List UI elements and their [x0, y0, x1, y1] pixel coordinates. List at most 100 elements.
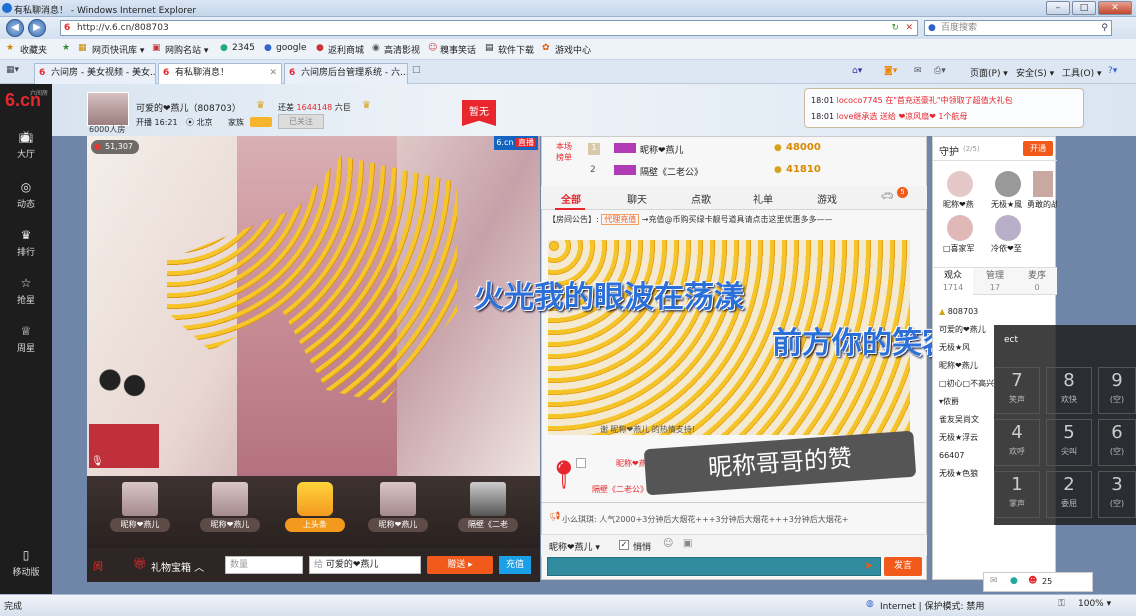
close-tab-icon[interactable]: ✕: [269, 64, 277, 83]
sidebar-item-star[interactable]: ☆ 抢星: [0, 276, 52, 306]
chat-target-select[interactable]: 昵称❤燕儿 ▾: [549, 540, 600, 553]
online-icon[interactable]: ●: [1010, 576, 1018, 586]
search-input[interactable]: ● 百度搜索 ⚲: [924, 20, 1112, 36]
emoji-icon[interactable]: ☺: [663, 538, 673, 549]
back-button[interactable]: ◀: [6, 19, 24, 37]
tools-menu[interactable]: 工具(O) ▾: [1062, 66, 1102, 79]
sidebar-item-rank[interactable]: ♛ 排行: [0, 228, 52, 258]
gift-recipient-select[interactable]: 给 可爱的❤燕儿: [309, 556, 421, 574]
fav-jokes-icon: ☺: [428, 43, 438, 53]
new-tab-button[interactable]: □: [412, 65, 421, 75]
quick-tabs-icon[interactable]: ▦▾: [6, 65, 19, 75]
guard-avatar[interactable]: [947, 215, 973, 241]
close-window-button[interactable]: ✕: [1098, 1, 1132, 15]
rank-name[interactable]: 隔壁《二老公》: [640, 165, 703, 178]
favorites-button[interactable]: 收藏夹: [20, 43, 47, 56]
keypad-key[interactable]: 8 欢快: [1046, 367, 1092, 414]
user-icon[interactable]: ☻: [1028, 576, 1037, 586]
guard-avatar[interactable]: [995, 215, 1021, 241]
image-icon[interactable]: ▣: [683, 538, 692, 549]
tab-6cn-home[interactable]: 6 六间房 - 美女视频 - 美女...: [34, 63, 156, 84]
keypad-key[interactable]: 6 (空): [1098, 419, 1136, 466]
microphone-icon[interactable]: 🎙︎: [91, 456, 104, 467]
keypad-key[interactable]: 3 (空): [1098, 471, 1136, 518]
gift-item[interactable]: 昵称❤燕儿: [365, 482, 431, 542]
page-menu[interactable]: 页面(P) ▾: [970, 66, 1008, 79]
gift-item[interactable]: 昵称❤燕儿: [107, 482, 173, 542]
guard-avatar[interactable]: [995, 171, 1021, 197]
search-icon[interactable]: ⚲: [1101, 21, 1108, 35]
print-icon[interactable]: ⎙▾: [934, 66, 946, 76]
tab-managers[interactable]: 管理 17: [975, 268, 1015, 294]
tab-chat[interactable]: 聊天: [627, 191, 647, 206]
tab-games[interactable]: 游戏: [817, 191, 837, 206]
stop-icon[interactable]: ✕: [905, 21, 913, 35]
chat-input[interactable]: [547, 557, 881, 576]
security-zone[interactable]: Internet | 保护模式: 禁用: [880, 599, 984, 612]
keypad-key[interactable]: 7 笑声: [994, 367, 1040, 414]
tab-private-message[interactable]: 6 有私聊消息！ ✕: [158, 63, 282, 84]
mail-icon[interactable]: ✉: [914, 66, 922, 76]
fav-link-2345[interactable]: 2345: [232, 43, 255, 53]
forward-button[interactable]: ▶: [28, 19, 46, 37]
refresh-icon[interactable]: ↻: [891, 21, 899, 35]
sidebar-item-mobile[interactable]: ▯ 移动版: [0, 548, 52, 578]
host-avatar[interactable]: [87, 92, 129, 126]
give-gift-button[interactable]: 赠送 ▸: [427, 556, 493, 574]
tab-mic-queue[interactable]: 麦序 0: [1017, 268, 1057, 294]
help-icon[interactable]: ?▾: [1108, 66, 1117, 76]
chat-user[interactable]: 隔壁《二老公》: [592, 485, 648, 494]
car-icon[interactable]: 🚗︎: [881, 191, 894, 202]
window-title-bar: 有私聊消息！ - Windows Internet Explorer – □ ✕: [0, 0, 1136, 17]
keypad-key[interactable]: 2 委屈: [1046, 471, 1092, 518]
fav-link-games[interactable]: 游戏中心: [555, 43, 591, 56]
recharge-button[interactable]: 充值: [499, 556, 531, 574]
tab-gift-list[interactable]: 礼单: [753, 191, 773, 206]
guard-avatar[interactable]: [947, 171, 973, 197]
sidebar-item-weekly[interactable]: ♕ 周星: [0, 324, 52, 354]
add-favorite-icon[interactable]: ★: [62, 43, 70, 53]
notice-link[interactable]: 代理充值: [601, 214, 640, 225]
fav-link-shopping[interactable]: 网购名站 ▾: [165, 43, 208, 56]
send-button[interactable]: 发言: [884, 557, 922, 576]
notice-text[interactable]: →充值@币购买绿卡靓号道具请点击这里优惠多多——: [642, 215, 833, 224]
tab-songs[interactable]: 点歌: [691, 191, 711, 206]
keypad-key[interactable]: 1 掌声: [994, 471, 1040, 518]
follow-button[interactable]: 已关注: [278, 114, 324, 129]
tab-all[interactable]: 全部: [561, 191, 581, 206]
tab-admin[interactable]: 6 六间房后台管理系统 - 六...: [284, 63, 408, 84]
keypad-key[interactable]: 4 欢呼: [994, 419, 1040, 466]
sidebar-item-hall[interactable]: 📺︎ 大厅: [0, 130, 52, 160]
fav-link-jokes[interactable]: 糗事笑话: [440, 43, 476, 56]
family-icon[interactable]: 阂: [93, 558, 103, 573]
audience-name: 66407: [939, 451, 965, 460]
zoom-level[interactable]: 100% ▾: [1078, 599, 1111, 609]
whisper-checkbox[interactable]: ✓: [619, 540, 629, 550]
fav-link-webslice[interactable]: 网页快讯库 ▾: [92, 43, 144, 56]
gift-quantity-input[interactable]: 数量: [225, 556, 303, 574]
rank-name[interactable]: 昵称❤燕儿: [640, 143, 684, 156]
keypad-key[interactable]: 9 (空): [1098, 367, 1136, 414]
fav-link-software[interactable]: 软件下载: [498, 43, 534, 56]
gift-item[interactable]: 昵称❤燕儿: [197, 482, 263, 542]
fav-link-rebate[interactable]: 返利商城: [328, 43, 364, 56]
mail-icon[interactable]: ✉: [990, 576, 998, 586]
minimize-button[interactable]: –: [1046, 1, 1070, 15]
gift-box-button[interactable]: 礼物宝箱 ︿: [151, 559, 204, 574]
guard-open-button[interactable]: 开通: [1023, 141, 1053, 156]
safety-menu[interactable]: 安全(S) ▾: [1016, 66, 1054, 79]
tab-audience[interactable]: 观众 1714: [933, 268, 973, 295]
headline-gift[interactable]: 上头条: [282, 482, 348, 542]
fav-link-google[interactable]: google: [276, 43, 306, 53]
sidebar-item-feed[interactable]: ◎ 动态: [0, 180, 52, 210]
address-input[interactable]: 6 http://v.6.cn/808703 ✕ ↻: [60, 20, 918, 36]
keypad-key[interactable]: 5 尖叫: [1046, 419, 1092, 466]
maximize-button[interactable]: □: [1072, 1, 1096, 15]
guard-avatar[interactable]: [1033, 171, 1053, 197]
audience-item[interactable]: ▲ 808703: [939, 303, 1055, 321]
live-video[interactable]: ● 51,307 6.cn 直播 🎙︎: [87, 136, 540, 476]
gift-item[interactable]: 隔壁《二老: [455, 482, 521, 542]
feeds-icon[interactable]: ◙▾: [884, 66, 897, 76]
fav-link-video[interactable]: 高清影视: [384, 43, 420, 56]
home-icon[interactable]: ⌂▾: [852, 66, 862, 76]
